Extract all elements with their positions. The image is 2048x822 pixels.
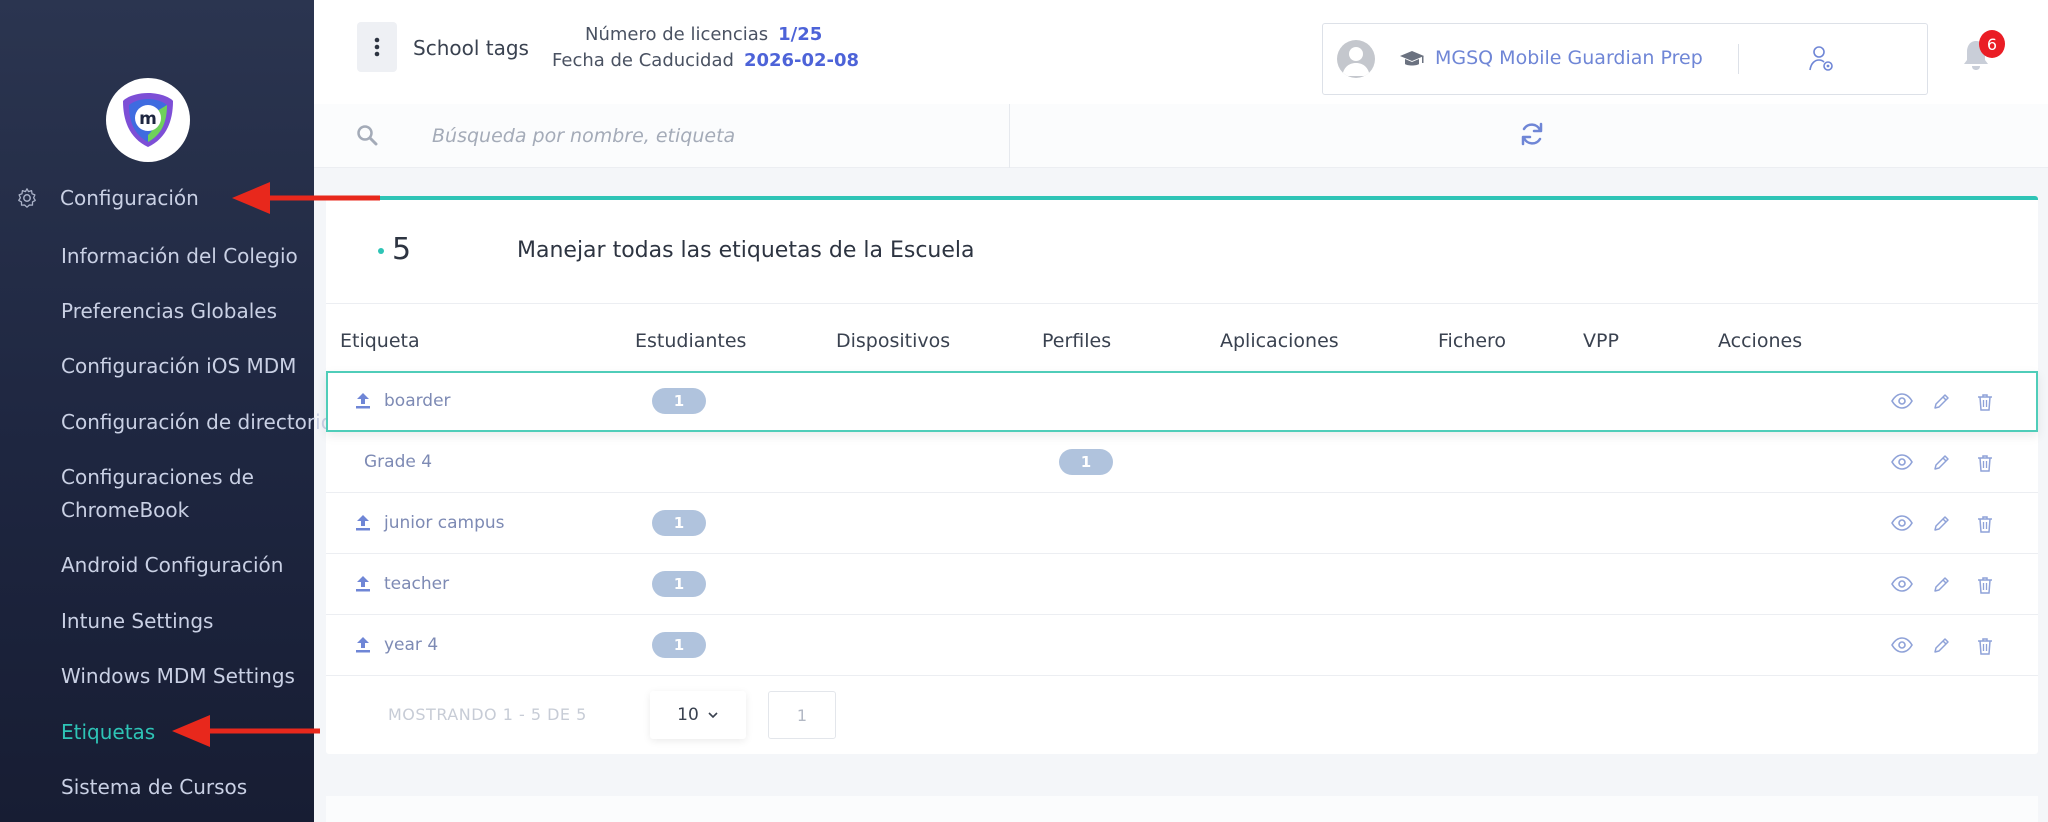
sidebar-item-directory[interactable]: Configuración de directorio <box>61 406 333 438</box>
tag-name[interactable]: year 4 <box>384 635 438 655</box>
notification-badge[interactable]: 6 <box>1979 30 2005 58</box>
gear-icon <box>18 188 36 208</box>
chevron-down-icon <box>708 712 718 719</box>
page-title: School tags <box>413 36 529 60</box>
sidebar-item-android[interactable]: Android Configuración <box>61 549 283 581</box>
eye-icon[interactable] <box>1891 454 1913 474</box>
licenses-label: Número de licencias <box>585 24 769 45</box>
table-row[interactable] <box>326 432 2038 493</box>
column-header-devices[interactable]: Dispositivos <box>836 330 950 352</box>
trash-icon[interactable] <box>1977 576 1993 598</box>
avatar[interactable] <box>1337 40 1375 78</box>
eye-icon[interactable] <box>1891 515 1913 535</box>
edit-icon[interactable] <box>1932 515 1950 537</box>
annotation-arrow-etiquetas <box>172 715 320 747</box>
sidebar-item-intune[interactable]: Intune Settings <box>61 605 213 637</box>
students-count-badge[interactable]: 1 <box>652 571 706 597</box>
eye-icon[interactable] <box>1891 393 1913 413</box>
edit-icon[interactable] <box>1932 637 1950 659</box>
licenses-info: Número de licencias 1/25 <box>585 24 822 45</box>
sidebar-item-ios-mdm[interactable]: Configuración iOS MDM <box>61 350 296 382</box>
sidebar-item-courses[interactable]: Sistema de Cursos <box>61 771 247 803</box>
table-row[interactable] <box>326 493 2038 554</box>
column-header-tag[interactable]: Etiqueta <box>340 330 420 352</box>
edit-icon[interactable] <box>1932 454 1950 476</box>
search-icon <box>357 125 378 146</box>
licenses-value: 1/25 <box>778 24 823 45</box>
sidebar-item-school-info[interactable]: Información del Colegio <box>61 240 298 272</box>
sidebar-item-windows-mdm[interactable]: Windows MDM Settings <box>61 660 295 692</box>
kebab-menu-icon <box>374 37 380 57</box>
column-header-vpp[interactable]: VPP <box>1583 330 1619 352</box>
upload-icon <box>356 576 370 592</box>
svg-text:m: m <box>139 109 157 129</box>
table-row[interactable] <box>326 554 2038 615</box>
annotation-arrow-configuracion <box>232 182 380 214</box>
page-number-input[interactable]: 1 <box>768 691 836 739</box>
students-count-badge[interactable]: 1 <box>652 510 706 536</box>
tag-name[interactable]: boarder <box>384 391 451 411</box>
eye-icon[interactable] <box>1891 637 1913 657</box>
tag-name[interactable]: Grade 4 <box>364 452 432 472</box>
trash-icon[interactable] <box>1977 393 1993 415</box>
column-header-students[interactable]: Estudiantes <box>635 330 746 352</box>
sidebar-item-chromebook-line2[interactable]: ChromeBook <box>61 494 189 526</box>
column-header-file[interactable]: Fichero <box>1438 330 1506 352</box>
divider <box>326 303 2038 304</box>
edit-icon[interactable] <box>1932 576 1950 598</box>
expiry-value: 2026-02-08 <box>743 50 860 71</box>
edit-icon[interactable] <box>1932 393 1950 415</box>
eye-icon[interactable] <box>1891 576 1913 596</box>
tag-name[interactable]: junior campus <box>384 513 505 533</box>
sidebar-item-chromebook[interactable]: Configuraciones de <box>61 461 254 493</box>
sidebar-item-tags[interactable]: Etiquetas <box>61 716 155 748</box>
sidebar-section-label: Configuración <box>60 186 199 210</box>
column-header-profiles[interactable]: Perfiles <box>1042 330 1111 352</box>
table-row[interactable] <box>326 615 2038 676</box>
trash-icon[interactable] <box>1977 637 1993 659</box>
column-header-apps[interactable]: Aplicaciones <box>1220 330 1339 352</box>
count-dot <box>378 248 384 254</box>
user-avatar-icon <box>1342 47 1370 76</box>
pagination-summary: MOSTRANDO 1 - 5 DE 5 <box>388 705 587 724</box>
trash-icon[interactable] <box>1977 515 1993 537</box>
divider <box>1738 44 1739 74</box>
tag-name[interactable]: teacher <box>384 574 449 594</box>
expiry-info: Fecha de Caducidad 2026-02-08 <box>552 50 859 71</box>
search-input[interactable] <box>400 112 1000 160</box>
page-size-select[interactable]: 10 <box>650 691 746 739</box>
expiry-label: Fecha de Caducidad <box>552 50 734 71</box>
tag-count: 5 <box>392 232 412 267</box>
graduation-cap-icon <box>1400 51 1424 66</box>
upload-icon <box>356 515 370 531</box>
app-logo[interactable]: m <box>106 78 190 162</box>
sidebar-section-configuration[interactable]: Configuración <box>16 182 199 214</box>
account-panel[interactable]: MGSQ Mobile Guardian Prep <box>1322 23 1928 95</box>
bottom-panel <box>326 796 2038 822</box>
user-settings-icon[interactable] <box>1808 44 1836 74</box>
mobile-guardian-logo-icon: m <box>123 93 173 147</box>
column-header-actions: Acciones <box>1718 330 1803 352</box>
page-size-value: 10 <box>677 705 699 725</box>
table-row[interactable] <box>326 371 2038 432</box>
school-selector[interactable]: MGSQ Mobile Guardian Prep <box>1435 47 1703 69</box>
students-count-badge[interactable]: 1 <box>652 632 706 658</box>
sidebar-item-global-preferences[interactable]: Preferencias Globales <box>61 295 277 327</box>
card-title: Manejar todas las etiquetas de la Escuel… <box>517 238 975 263</box>
upload-icon <box>356 637 370 653</box>
divider <box>1009 104 1010 168</box>
students-count-badge[interactable]: 1 <box>652 388 706 414</box>
refresh-icon[interactable] <box>1519 121 1545 147</box>
menu-toggle-button[interactable] <box>357 22 397 72</box>
profiles-count-badge[interactable]: 1 <box>1059 449 1113 475</box>
trash-icon[interactable] <box>1977 454 1993 476</box>
upload-icon <box>356 393 370 409</box>
